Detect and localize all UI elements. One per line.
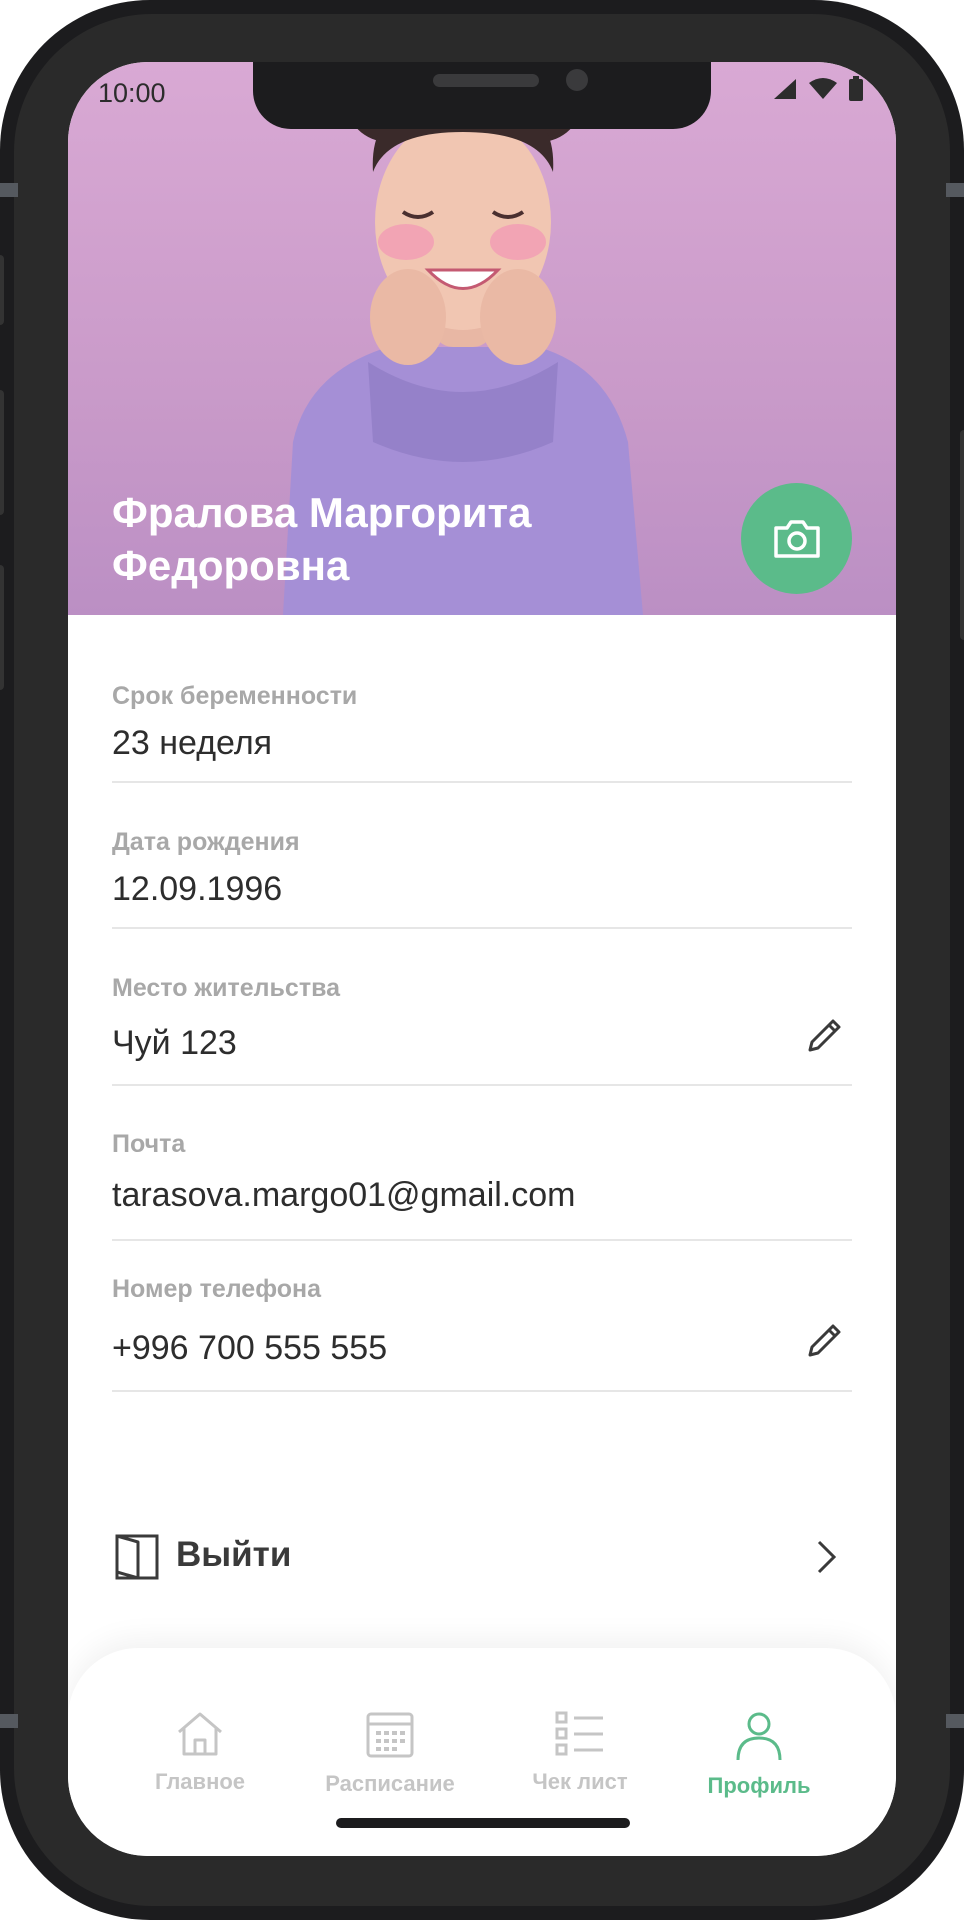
tab-label: Расписание: [325, 1771, 455, 1796]
volume-down-button: [0, 565, 4, 690]
bottom-tab-bar: Главное Расписание Чек лист Профиль: [68, 1648, 896, 1856]
profile-icon: [736, 1712, 782, 1761]
change-photo-button[interactable]: [741, 483, 852, 594]
profile-name: Фралова Маргорита Федоровна: [112, 486, 672, 592]
field-email: Почта tarasova.margo01@gmail.com: [112, 1130, 852, 1241]
field-birth-date: Дата рождения 12.09.1996: [112, 828, 852, 929]
tab-schedule[interactable]: Расписание: [310, 1710, 470, 1797]
antenna-band: [0, 1714, 18, 1728]
door-icon: [115, 1534, 159, 1580]
chevron-right-icon: [817, 1540, 837, 1574]
tab-label: Главное: [154, 1769, 246, 1794]
front-camera: [566, 69, 588, 91]
home-indicator: [336, 1818, 630, 1828]
profile-header: 10:00 Фралова Маргорита Федоровна: [68, 62, 896, 615]
field-label: Дата рождения: [112, 828, 300, 856]
field-residence: Место жительства Чуй 123: [112, 974, 852, 1086]
signal-icon: [774, 79, 796, 99]
tab-label: Профиль: [707, 1773, 811, 1798]
antenna-band: [0, 183, 18, 197]
tab-profile[interactable]: Профиль: [679, 1710, 839, 1799]
speaker-grille: [433, 74, 539, 87]
notch: [253, 62, 711, 129]
field-value: +996 700 555 555: [112, 1329, 388, 1367]
field-label: Место жительства: [112, 974, 341, 1002]
calendar-icon: [366, 1712, 414, 1758]
field-value: 12.09.1996: [112, 870, 283, 908]
logout-label: Выйти: [176, 1535, 292, 1574]
power-button: [960, 430, 964, 640]
field-label: Почта: [112, 1130, 186, 1158]
field-value: 23 неделя: [112, 724, 273, 762]
antenna-band: [946, 183, 964, 197]
checklist-icon: [555, 1711, 603, 1756]
field-phone: Номер телефона +996 700 555 555: [112, 1275, 852, 1392]
tab-label: Чек лист: [532, 1769, 628, 1794]
antenna-band: [946, 1714, 964, 1728]
profile-name-line2: Федоровна: [112, 542, 350, 589]
field-label: Номер телефона: [112, 1275, 322, 1303]
edit-pencil-icon[interactable]: [804, 1319, 846, 1361]
status-icons: [772, 76, 864, 102]
tab-home[interactable]: Главное: [120, 1710, 280, 1795]
wifi-icon: [809, 78, 837, 99]
home-icon: [178, 1712, 222, 1756]
tab-checklist[interactable]: Чек лист: [500, 1710, 660, 1795]
app-screen: 10:00 Фралова Маргорита Федоровна Срок б…: [68, 62, 896, 1856]
field-label: Срок беременности: [112, 682, 358, 710]
camera-icon: [773, 519, 820, 558]
profile-name-line1: Фралова Маргорита: [112, 489, 532, 536]
field-value: tarasova.margo01@gmail.com: [112, 1176, 576, 1214]
field-pregnancy-term: Срок беременности 23 неделя: [112, 682, 852, 783]
battery-icon: [849, 76, 863, 101]
logout-row[interactable]: Выйти: [112, 1527, 852, 1587]
field-value: Чуй 123: [112, 1024, 237, 1062]
edit-pencil-icon[interactable]: [804, 1014, 846, 1056]
volume-up-button: [0, 390, 4, 515]
phone-frame: 10:00 Фралова Маргорита Федоровна Срок б…: [0, 0, 964, 1920]
mute-switch: [0, 255, 4, 325]
status-time: 10:00: [98, 78, 166, 108]
